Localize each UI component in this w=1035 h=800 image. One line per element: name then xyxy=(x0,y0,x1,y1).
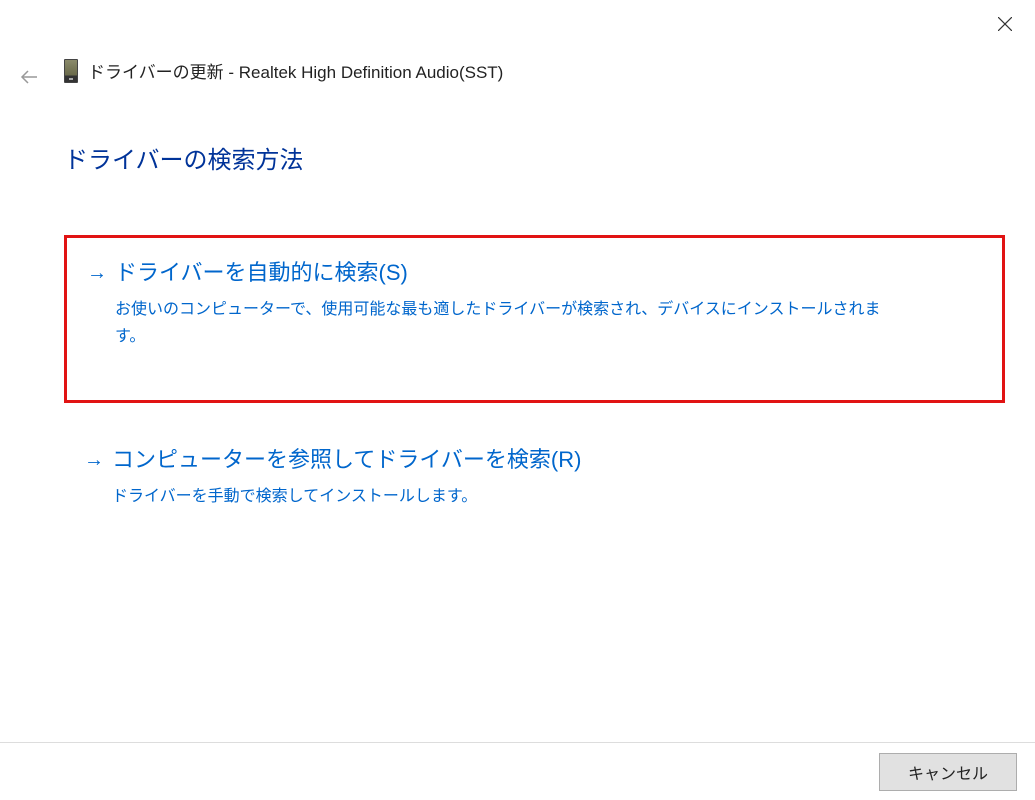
option-browse-computer[interactable]: → コンピューターを参照してドライバーを検索(R) ドライバーを手動で検索してイ… xyxy=(64,427,1005,538)
arrow-right-icon: → xyxy=(87,258,107,288)
content-area: ドライバーの検索方法 → ドライバーを自動的に検索(S) お使いのコンピューター… xyxy=(64,140,1005,563)
device-icon xyxy=(64,59,78,83)
option-auto-search[interactable]: → ドライバーを自動的に検索(S) お使いのコンピューターで、使用可能な最も適し… xyxy=(64,235,1005,403)
option-description: お使いのコンピューターで、使用可能な最も適したドライバーが検索され、デバイスにイ… xyxy=(115,296,885,350)
option-title: ドライバーを自動的に検索(S) xyxy=(115,258,982,288)
option-description: ドライバーを手動で検索してインストールします。 xyxy=(112,483,882,510)
option-title: コンピューターを参照してドライバーを検索(R) xyxy=(112,445,985,475)
dialog-title: ドライバーの更新 - Realtek High Definition Audio… xyxy=(88,58,503,83)
dialog-footer: キャンセル xyxy=(0,742,1035,800)
page-heading: ドライバーの検索方法 xyxy=(64,140,1005,175)
arrow-left-icon xyxy=(20,70,38,84)
arrow-right-icon: → xyxy=(84,445,104,475)
close-button[interactable] xyxy=(993,12,1017,36)
back-button[interactable] xyxy=(20,67,38,90)
dialog-header: ドライバーの更新 - Realtek High Definition Audio… xyxy=(64,58,503,83)
cancel-button[interactable]: キャンセル xyxy=(879,753,1017,791)
close-icon xyxy=(998,17,1012,31)
